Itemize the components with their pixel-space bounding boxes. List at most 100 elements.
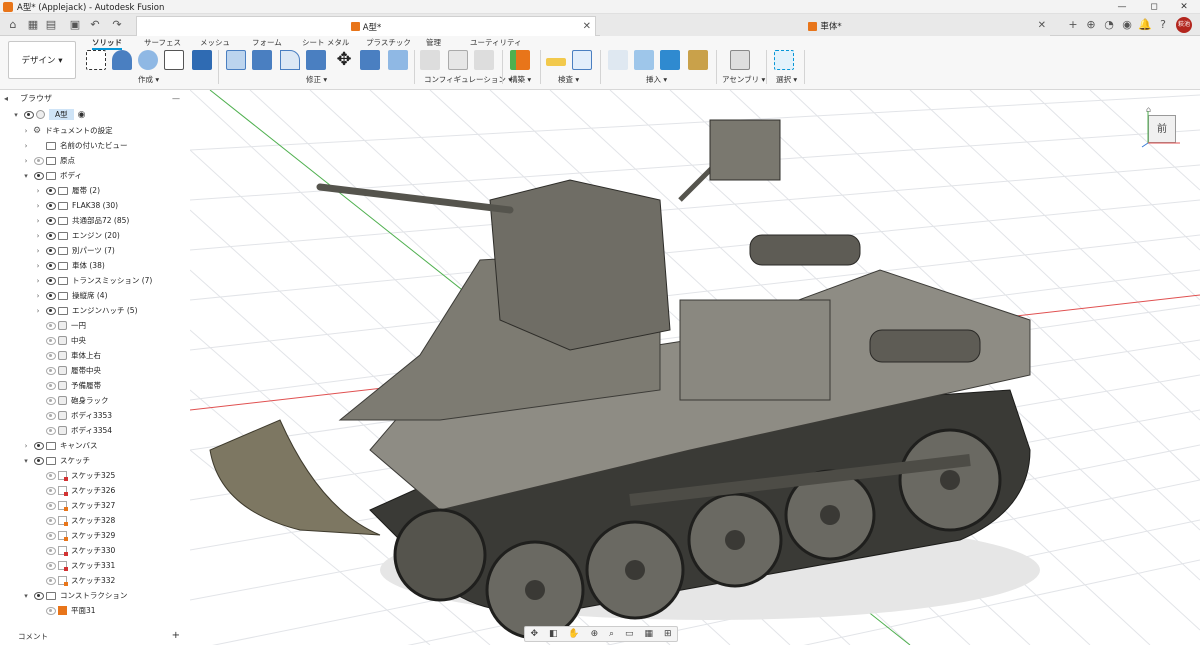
tab-document-a[interactable]: A型* ✕ — [136, 16, 596, 36]
undo-icon[interactable]: ↶ — [88, 18, 102, 32]
insert-group-label[interactable]: 挿入 ▾ — [646, 74, 667, 85]
revolve-icon[interactable] — [138, 50, 158, 70]
visibility-eye-icon[interactable] — [45, 352, 56, 360]
tab-manage[interactable]: 管理 — [426, 37, 441, 48]
tree-item-sketch[interactable]: スケッチ328 — [42, 513, 115, 528]
visibility-eye-icon[interactable] — [33, 442, 44, 450]
press-pull-icon[interactable] — [226, 50, 246, 70]
configuration-rules-icon[interactable] — [474, 50, 494, 70]
browser-minimize-icon[interactable]: — — [172, 94, 180, 103]
chevron-down-icon[interactable]: ▾ — [22, 172, 30, 180]
insert-mcmaster-icon[interactable] — [688, 50, 708, 70]
move-icon[interactable]: ✥ — [334, 50, 354, 70]
chevron-right-icon[interactable]: › — [34, 292, 42, 300]
tree-item-named-views[interactable]: › 名前の付いたビュー — [22, 138, 128, 153]
select-group-label[interactable]: 選択 ▾ — [776, 74, 797, 85]
insert-derive-icon[interactable] — [608, 50, 628, 70]
user-avatar[interactable]: 萩池 — [1176, 17, 1192, 33]
visibility-eye-icon[interactable] — [45, 307, 56, 315]
tree-item-folder[interactable]: › エンジン (20) — [34, 228, 120, 243]
3d-viewport[interactable] — [190, 90, 1200, 645]
display-settings-icon[interactable]: ▭ — [625, 629, 634, 639]
visibility-eye-icon[interactable] — [45, 367, 56, 375]
redo-icon[interactable]: ↷ — [110, 18, 124, 32]
chevron-right-icon[interactable]: › — [22, 127, 30, 135]
visibility-eye-icon[interactable] — [45, 382, 56, 390]
select-icon[interactable] — [774, 50, 794, 70]
chevron-right-icon[interactable]: › — [34, 307, 42, 315]
tree-item-sketch[interactable]: スケッチ329 — [42, 528, 115, 543]
visibility-eye-icon[interactable] — [45, 472, 56, 480]
fillet-icon[interactable] — [252, 50, 272, 70]
tree-item-sketches[interactable]: ▾ スケッチ — [22, 453, 90, 468]
tree-item-sketch[interactable]: スケッチ332 — [42, 573, 115, 588]
tree-item-sketch[interactable]: スケッチ326 — [42, 483, 115, 498]
tree-item-origin[interactable]: › 原点 — [22, 153, 75, 168]
grid-settings-icon[interactable]: ▦ — [644, 629, 653, 639]
visibility-eye-icon[interactable] — [45, 187, 56, 195]
new-component-icon[interactable] — [730, 50, 750, 70]
tree-item-body[interactable]: 中央 — [42, 333, 86, 348]
tree-root[interactable]: ▾ A型 ◉ — [12, 107, 86, 122]
canvas-image-icon[interactable] — [660, 50, 680, 70]
rectangle-icon[interactable] — [164, 50, 184, 70]
grid-apps-icon[interactable]: ▦ — [26, 18, 40, 32]
visibility-eye-icon[interactable] — [45, 277, 56, 285]
visibility-eye-icon[interactable] — [45, 232, 56, 240]
tree-item-bodies[interactable]: ▾ ボディ — [22, 168, 82, 183]
tab-document-body[interactable]: 車体* ✕ — [600, 16, 1050, 36]
notifications-icon[interactable]: ◉ — [1120, 18, 1134, 32]
visibility-eye-icon[interactable] — [45, 292, 56, 300]
visibility-eye-icon[interactable] — [45, 427, 56, 435]
modify-group-label[interactable]: 修正 ▾ — [306, 74, 327, 85]
configuration-group-label[interactable]: コンフィギュレーション ▾ — [424, 74, 512, 85]
chevron-down-icon[interactable]: ▾ — [12, 111, 20, 119]
tree-item-construction[interactable]: ▾ コンストラクション — [22, 588, 127, 603]
tree-item-body[interactable]: ボディ3354 — [42, 423, 112, 438]
tab-surface[interactable]: サーフェス — [144, 37, 181, 48]
measure-icon[interactable] — [546, 58, 566, 66]
visibility-eye-icon[interactable] — [45, 217, 56, 225]
tree-item-folder[interactable]: › 車体 (38) — [34, 258, 105, 273]
tree-item-body[interactable]: 車体上右 — [42, 348, 101, 363]
align-icon[interactable] — [388, 50, 408, 70]
chevron-right-icon[interactable]: › — [34, 262, 42, 270]
help-icon[interactable]: ? — [1156, 18, 1170, 32]
tree-item-canvases[interactable]: › キャンバス — [22, 438, 98, 453]
tree-item-body[interactable]: 予備履帯 — [42, 378, 101, 393]
viewports-icon[interactable]: ⊞ — [664, 629, 672, 639]
tree-item-sketch[interactable]: スケッチ325 — [42, 468, 115, 483]
maximize-button[interactable]: ◻ — [1140, 0, 1168, 14]
insert-mesh-icon[interactable] — [634, 50, 654, 70]
chamfer-icon[interactable] — [280, 50, 300, 70]
visibility-eye-icon[interactable] — [33, 592, 44, 600]
assemble-group-label[interactable]: アセンブリ ▾ — [722, 74, 765, 85]
visibility-eye-icon[interactable] — [45, 202, 56, 210]
tab-sheet-metal[interactable]: シート メタル — [302, 37, 349, 48]
close-window-button[interactable]: ✕ — [1170, 0, 1198, 14]
zoom-icon[interactable]: ⊕ — [591, 629, 599, 639]
tree-item-plane[interactable]: 平面31 — [42, 603, 96, 618]
save-icon[interactable]: ▣ — [68, 18, 82, 32]
fit-icon[interactable]: ⌕ — [609, 629, 614, 639]
visibility-eye-icon[interactable] — [45, 607, 56, 615]
chevron-down-icon[interactable]: ▾ — [22, 457, 30, 465]
pan-hand-icon[interactable]: ✋ — [568, 629, 579, 639]
tree-item-folder[interactable]: › FLAK38 (30) — [34, 198, 118, 213]
create-group-label[interactable]: 作成 ▾ — [138, 74, 159, 85]
tree-item-body[interactable]: 履帯中央 — [42, 363, 101, 378]
close-tab-icon[interactable]: ✕ — [583, 21, 591, 32]
visibility-eye-icon[interactable] — [45, 412, 56, 420]
workspace-switcher-button[interactable]: デザイン ▾ — [8, 41, 76, 79]
tab-plastic[interactable]: プラスチック — [366, 37, 411, 48]
visibility-eye-icon[interactable] — [45, 487, 56, 495]
visibility-eye-icon[interactable] — [45, 562, 56, 570]
job-status-icon[interactable]: ◔ — [1102, 18, 1116, 32]
tab-form[interactable]: フォーム — [252, 37, 282, 48]
section-analysis-icon[interactable] — [572, 50, 592, 70]
minimize-button[interactable]: — — [1108, 0, 1136, 14]
extrude-icon[interactable] — [112, 50, 132, 70]
chevron-right-icon[interactable]: › — [34, 202, 42, 210]
configure-icon[interactable] — [420, 50, 440, 70]
tree-item-folder[interactable]: › トランスミッション (7) — [34, 273, 152, 288]
